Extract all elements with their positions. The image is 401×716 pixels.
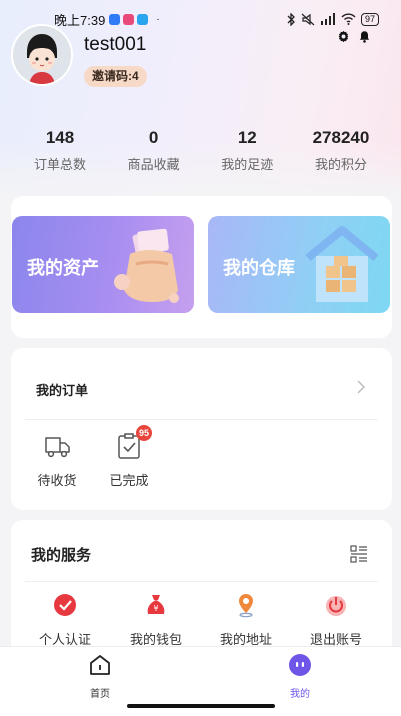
divider [25, 581, 378, 582]
grid-list-icon[interactable] [350, 545, 368, 563]
services-title: 我的服务 [31, 547, 92, 564]
nav-label: 首页 [90, 689, 110, 700]
stat-label: 订单总数 [33, 157, 86, 172]
app-notification-icon [109, 13, 121, 25]
power-icon [326, 596, 346, 616]
stats-row: 148 订单总数 0 商品收藏 12 我的足迹 278240 我的积分 [20, 128, 381, 173]
notification-bell-icon[interactable] [358, 30, 371, 43]
truck-icon [42, 432, 72, 460]
stat-orders[interactable]: 148 订单总数 [20, 128, 100, 173]
stat-footprints[interactable]: 12 我的足迹 [207, 128, 287, 173]
order-pending-receipt[interactable]: 待收货 [27, 432, 87, 489]
stat-label: 我的积分 [314, 157, 367, 172]
warehouse-house-icon [305, 226, 379, 302]
home-indicator[interactable] [127, 704, 275, 708]
stat-value: 278240 [312, 128, 370, 147]
app-notification-icon [123, 13, 135, 25]
my-warehouse-tile[interactable]: 我的仓库 [208, 216, 390, 313]
stat-favorites[interactable]: 0 商品收藏 [114, 128, 194, 173]
services-card: 我的服务 个人认证 ¥ 我的钱包 我的地址 退出账号 [11, 520, 392, 660]
divider [25, 419, 378, 420]
nav-label: 我的 [290, 689, 310, 700]
tile-label: 我的仓库 [223, 258, 295, 278]
header-actions [337, 30, 371, 43]
chevron-right-icon[interactable] [356, 380, 366, 394]
order-label: 待收货 [37, 473, 77, 488]
bluetooth-icon [287, 12, 295, 26]
tile-label: 我的资产 [27, 258, 99, 278]
signal-icon [320, 13, 335, 25]
username: test001 [84, 34, 147, 55]
status-time: 晚上7:39 [54, 12, 106, 28]
completed-count-badge: 95 [136, 425, 152, 441]
wallet-icon: ¥ [147, 595, 165, 614]
svg-text:¥: ¥ [153, 604, 158, 613]
status-indicators: 97 [287, 12, 379, 26]
invite-code-badge[interactable]: 邀请码:4 [84, 66, 147, 87]
stat-label: 我的足迹 [221, 157, 274, 172]
nav-mine[interactable]: 我的 [270, 653, 330, 700]
assets-card: 我的资产 我的仓库 [11, 196, 392, 338]
settings-gear-icon[interactable] [337, 30, 350, 43]
clipboard-check-icon: 95 [114, 425, 152, 460]
my-assets-tile[interactable]: 我的资产 [12, 216, 194, 313]
service-my-wallet[interactable]: ¥ 我的钱包 [116, 592, 196, 648]
service-personal-verification[interactable]: 个人认证 [25, 592, 105, 648]
order-label: 已完成 [109, 473, 149, 488]
app-notification-icon [137, 13, 149, 25]
stat-value: 148 [45, 128, 75, 147]
verify-icon [54, 594, 76, 616]
avatar[interactable] [11, 24, 73, 86]
battery-indicator: 97 [360, 12, 379, 26]
service-my-address[interactable]: 我的地址 [206, 592, 286, 648]
order-completed[interactable]: 95 已完成 [99, 425, 159, 489]
bottom-nav: 首页 我的 [0, 646, 401, 716]
location-icon [239, 594, 253, 618]
stat-value: 12 [237, 128, 257, 147]
avatar-illustration [13, 26, 71, 84]
wifi-icon [341, 13, 356, 25]
status-dot: · [156, 13, 160, 25]
nav-home[interactable]: 首页 [70, 653, 130, 700]
status-app-icons [109, 13, 149, 25]
mute-icon [301, 13, 315, 25]
orders-title[interactable]: 我的订单 [36, 380, 88, 399]
stat-points[interactable]: 278240 我的积分 [301, 128, 381, 173]
mine-face-icon [289, 654, 311, 676]
money-bag-icon [114, 228, 179, 303]
home-icon [90, 655, 110, 675]
service-logout[interactable]: 退出账号 [296, 592, 376, 648]
stat-value: 0 [148, 128, 159, 147]
stat-label: 商品收藏 [127, 157, 180, 172]
orders-card: 我的订单 待收货 95 已完成 [11, 348, 392, 510]
